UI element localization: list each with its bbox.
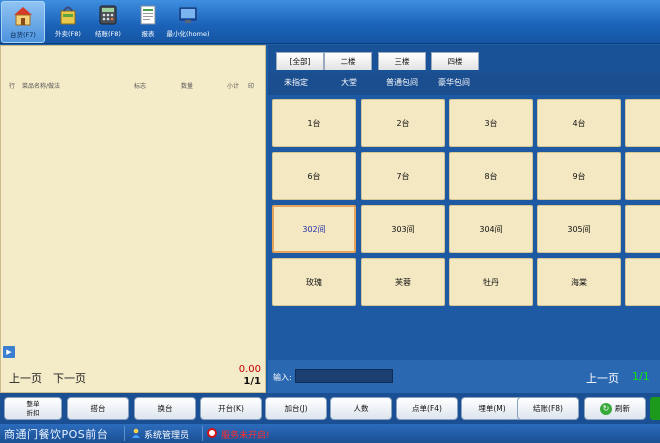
column-subtotal: 小计 — [227, 83, 240, 90]
column-row-number: 行 — [9, 83, 16, 90]
order-footer: 上一页 下一页 0.00 1/1 — [1, 364, 265, 392]
area-deluxe-room[interactable]: 豪华包间 — [438, 77, 470, 88]
input-label: 输入: — [273, 373, 292, 382]
tables-prev-page-button[interactable]: 上一页 — [586, 370, 619, 386]
checkout-button[interactable]: 结账(F8) — [517, 397, 579, 420]
status-divider — [124, 426, 125, 441]
area-hall[interactable]: 大堂 — [341, 77, 357, 88]
input-row: 输入: 上一页 1/1 — [268, 363, 660, 393]
floor-tab-2[interactable]: 二楼 — [324, 52, 372, 70]
table-button-selected[interactable]: 302间 — [272, 205, 356, 253]
table-grid: 1台 2台 3台 4台 6台 7台 8台 9台 302间 303间 304间 3… — [268, 95, 660, 360]
order-total: 0.00 — [238, 364, 261, 375]
table-button-partial[interactable] — [625, 152, 660, 200]
table-button-partial[interactable] — [625, 205, 660, 253]
table-button-partial[interactable] — [625, 99, 660, 147]
table-search-input[interactable] — [295, 369, 393, 383]
tables-page-indicator: 1/1 — [632, 370, 650, 383]
share-table-button[interactable]: 搭台 — [67, 397, 129, 420]
app-title: 商通门餐饮POS前台 — [4, 428, 109, 441]
table-button[interactable]: 玫瑰 — [272, 258, 356, 306]
main-toolbar: 台货(F7) 外卖(F8) 结账(F8) 报表 最小化(home) — [0, 0, 660, 44]
column-print: 印 — [248, 83, 255, 90]
toolbar-tables-label: 台货(F7) — [10, 31, 36, 39]
table-button-partial[interactable] — [625, 258, 660, 306]
toolbar-minimize-button[interactable]: 最小化(home) — [166, 1, 210, 43]
expand-arrow-icon[interactable]: ▶ — [3, 346, 15, 358]
table-button[interactable]: 9台 — [537, 152, 621, 200]
partial-green-button[interactable] — [650, 397, 660, 420]
column-dish-name: 菜品名称/做法 — [22, 83, 61, 90]
table-button[interactable]: 2台 — [361, 99, 445, 147]
table-button[interactable]: 牡丹 — [449, 258, 533, 306]
floor-tab-all[interactable]: [全部] — [276, 52, 324, 70]
refresh-button[interactable]: ↻ 刷新 — [584, 397, 646, 420]
change-table-button[interactable]: 换台 — [134, 397, 196, 420]
table-button[interactable]: 7台 — [361, 152, 445, 200]
discount-label-line2: 折扣 — [26, 409, 40, 417]
order-list-header: 行 菜品名称/做法 标志 数量 小计 印 — [1, 79, 265, 93]
column-quantity: 数量 — [181, 83, 194, 90]
table-button[interactable]: 3台 — [449, 99, 533, 147]
discount-label-line1: 整单 — [26, 400, 40, 408]
report-icon — [137, 4, 159, 26]
table-button[interactable]: 304间 — [449, 205, 533, 253]
place-order-button[interactable]: 点单(F4) — [396, 397, 458, 420]
open-table-button[interactable]: 开台(K) — [200, 397, 262, 420]
area-filter-bar: 未指定 大堂 普通包间 豪华包间 — [268, 73, 660, 95]
guest-count-button[interactable]: 人数 — [330, 397, 392, 420]
column-flag: 标志 — [134, 83, 147, 90]
table-button[interactable]: 305间 — [537, 205, 621, 253]
user-icon — [132, 428, 140, 438]
table-button[interactable]: 1台 — [272, 99, 356, 147]
refresh-icon: ↻ — [600, 403, 612, 415]
refresh-label: 刷新 — [615, 404, 630, 413]
table-button[interactable]: 6台 — [272, 152, 356, 200]
toolbar-checkout-label: 结账(F8) — [95, 30, 121, 38]
current-user: 系统管理员 — [144, 431, 190, 441]
order-page-indicator: 1/1 — [243, 376, 261, 387]
order-panel: 行 菜品名称/做法 标志 数量 小计 印 ▶ 上一页 下一页 0.00 1/1 — [0, 45, 266, 393]
no-entry-icon — [207, 428, 217, 438]
table-button[interactable]: 8台 — [449, 152, 533, 200]
toolbar-checkout-button[interactable]: 结账(F8) — [86, 1, 130, 43]
area-standard-room[interactable]: 普通包间 — [386, 77, 418, 88]
add-table-button[interactable]: 加台(J) — [265, 397, 327, 420]
action-bar: 整单 折扣 搭台 换台 开台(K) 加台(J) 人数 点单(F4) 埋单(M) … — [0, 393, 660, 424]
toolbar-takeout-button[interactable]: 外卖(F8) — [46, 1, 90, 43]
tables-panel: [全部] 二楼 三楼 四楼 未指定 大堂 普通包间 豪华包间 1台 2台 3台 … — [268, 45, 660, 393]
calculator-icon — [97, 4, 119, 26]
area-unassigned[interactable]: 未指定 — [284, 77, 308, 88]
minimize-icon — [177, 4, 199, 26]
floor-tab-4[interactable]: 四楼 — [431, 52, 479, 70]
table-button[interactable]: 303间 — [361, 205, 445, 253]
house-icon — [12, 5, 34, 27]
order-next-page-button[interactable]: 下一页 — [53, 370, 86, 386]
table-button[interactable]: 海棠 — [537, 258, 621, 306]
bag-icon — [57, 4, 79, 26]
table-button[interactable]: 芙蓉 — [361, 258, 445, 306]
toolbar-takeout-label: 外卖(F8) — [55, 30, 81, 38]
floor-tab-3[interactable]: 三楼 — [378, 52, 426, 70]
status-divider — [202, 426, 203, 441]
status-bar: 商通门餐饮POS前台 系统管理员 服务未开启! — [0, 424, 660, 443]
toolbar-tables-button[interactable]: 台货(F7) — [1, 1, 45, 43]
service-status: 服务未开启! — [221, 431, 270, 441]
whole-order-discount-button[interactable]: 整单 折扣 — [4, 397, 62, 420]
toolbar-report-button[interactable]: 报表 — [126, 1, 170, 43]
floor-tabs: [全部] 二楼 三楼 四楼 — [268, 45, 660, 73]
table-button[interactable]: 4台 — [537, 99, 621, 147]
bill-button[interactable]: 埋单(M) — [461, 397, 523, 420]
toolbar-minimize-label: 最小化(home) — [166, 30, 210, 38]
toolbar-report-label: 报表 — [141, 30, 155, 38]
order-prev-page-button[interactable]: 上一页 — [9, 370, 42, 386]
